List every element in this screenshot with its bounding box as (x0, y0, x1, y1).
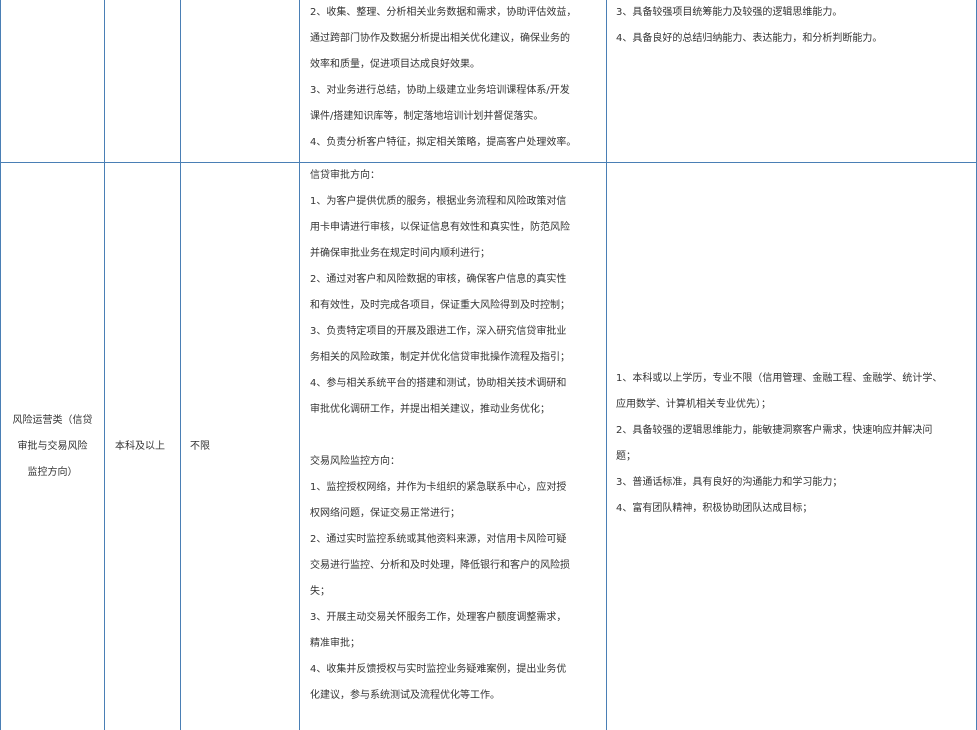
row1-duties-cell: 2、收集、整理、分析相关业务数据和需求，协助评估效益， 通过跨部门协作及数据分析… (310, 0, 602, 156)
duty-line-blank (310, 423, 602, 449)
duty-line: 2、通过对客户和风险数据的审核，确保客户信息的真实性 (310, 274, 567, 285)
row1-duty-line: 效率和质量，促进项目达成良好效果。 (310, 59, 480, 70)
row2-duties-cell: 信贷审批方向： 1、为客户提供优质的服务，根据业务流程和风险政策对信 用卡申请进… (310, 163, 602, 709)
duty-line: 和有效性，及时完成各项目，保证重大风险得到及时控制； (310, 300, 570, 311)
requirement-line: 3、普通话标准，具有良好的沟通能力和学习能力； (616, 477, 843, 488)
job-category-cell: 风险运营类（信贷 审批与交易风险 监控方向） (1, 163, 104, 730)
column-divider (299, 0, 300, 730)
job-category-line: 审批与交易风险 (17, 440, 88, 452)
education-value: 本科及以上 (115, 441, 165, 452)
duty-line: 用卡申请进行审核，以保证信息有效性和真实性，防范风险 (310, 222, 570, 233)
duty-line: 化建议，参与系统测试及流程优化等工作。 (310, 690, 500, 701)
duty-line: 2、通过实时监控系统或其他资料来源，对信用卡风险可疑 (310, 534, 567, 545)
duty-line: 并确保审批业务在规定时间内顺利进行； (310, 248, 490, 259)
row1-duty-line: 2、收集、整理、分析相关业务数据和需求，协助评估效益， (310, 7, 577, 18)
duty-line: 1、监控授权网络，并作为卡组织的紧急联系中心，应对授 (310, 482, 567, 493)
row1-duty-line: 3、对业务进行总结，协助上级建立业务培训课程体系/开发 (310, 85, 570, 96)
row1-requirement-line: 4、具备良好的总结归纳能力、表达能力，和分析判断能力。 (616, 33, 883, 44)
duty-line: 务相关的风险政策，制定并优化信贷审批操作流程及指引； (310, 352, 570, 363)
education-cell: 本科及以上 (115, 434, 179, 460)
requirement-line: 2、具备较强的逻辑思维能力，能敏捷洞察客户需求，快速响应并解决问 (616, 425, 933, 436)
column-divider (606, 0, 607, 730)
job-category-line: 监控方向） (27, 466, 78, 478)
requirement-line: 应用数学、计算机相关专业优先）； (616, 399, 771, 410)
duty-line: 1、为客户提供优质的服务，根据业务流程和风险政策对信 (310, 196, 567, 207)
row1-duty-line: 通过跨部门协作及数据分析提出相关优化建议，确保业务的 (310, 33, 570, 44)
duty-line: 交易进行监控、分析和及时处理，降低银行和客户的风险损 (310, 560, 570, 571)
duty-line: 3、负责特定项目的开展及跟进工作，深入研究信贷审批业 (310, 326, 567, 337)
row1-requirements-cell: 3、具备较强项目统筹能力及较强的逻辑思维能力。 4、具备良好的总结归纳能力、表达… (616, 0, 972, 52)
row2-requirements-cell: 1、本科或以上学历，专业不限（信用管理、金融工程、金融学、统计学、 应用数学、计… (616, 366, 972, 522)
duty-line: 信贷审批方向： (310, 170, 380, 181)
duty-line: 权网络问题，保证交易正常进行； (310, 508, 460, 519)
duty-line: 交易风险监控方向： (310, 456, 400, 467)
column-divider (104, 0, 105, 730)
row1-duty-line: 课件/搭建知识库等，制定落地培训计划并督促落实。 (310, 111, 544, 122)
major-value: 不限 (190, 441, 210, 452)
duty-line: 3、开展主动交易关怀服务工作，处理客户额度调整需求， (310, 612, 567, 623)
row1-duty-line: 4、负责分析客户特征，拟定相关策略，提高客户处理效率。 (310, 137, 577, 148)
row1-requirement-line: 3、具备较强项目统筹能力及较强的逻辑思维能力。 (616, 7, 843, 18)
duty-line: 4、收集并反馈授权与实时监控业务疑难案例，提出业务优 (310, 664, 567, 675)
duty-line: 审批优化调研工作，并提出相关建议，推动业务优化； (310, 404, 550, 415)
requirement-line: 题； (616, 451, 636, 462)
requirement-line: 1、本科或以上学历，专业不限（信用管理、金融工程、金融学、统计学、 (616, 373, 943, 384)
duty-line: 精准审批； (310, 638, 360, 649)
job-category-line: 风险运营类（信贷 (12, 414, 93, 426)
requirement-line: 4、富有团队精神，积极协助团队达成目标； (616, 503, 813, 514)
column-divider (180, 0, 181, 730)
major-cell: 不限 (190, 434, 298, 460)
duty-line: 失； (310, 586, 330, 597)
duty-line: 4、参与相关系统平台的搭建和测试，协助相关技术调研和 (310, 378, 567, 389)
